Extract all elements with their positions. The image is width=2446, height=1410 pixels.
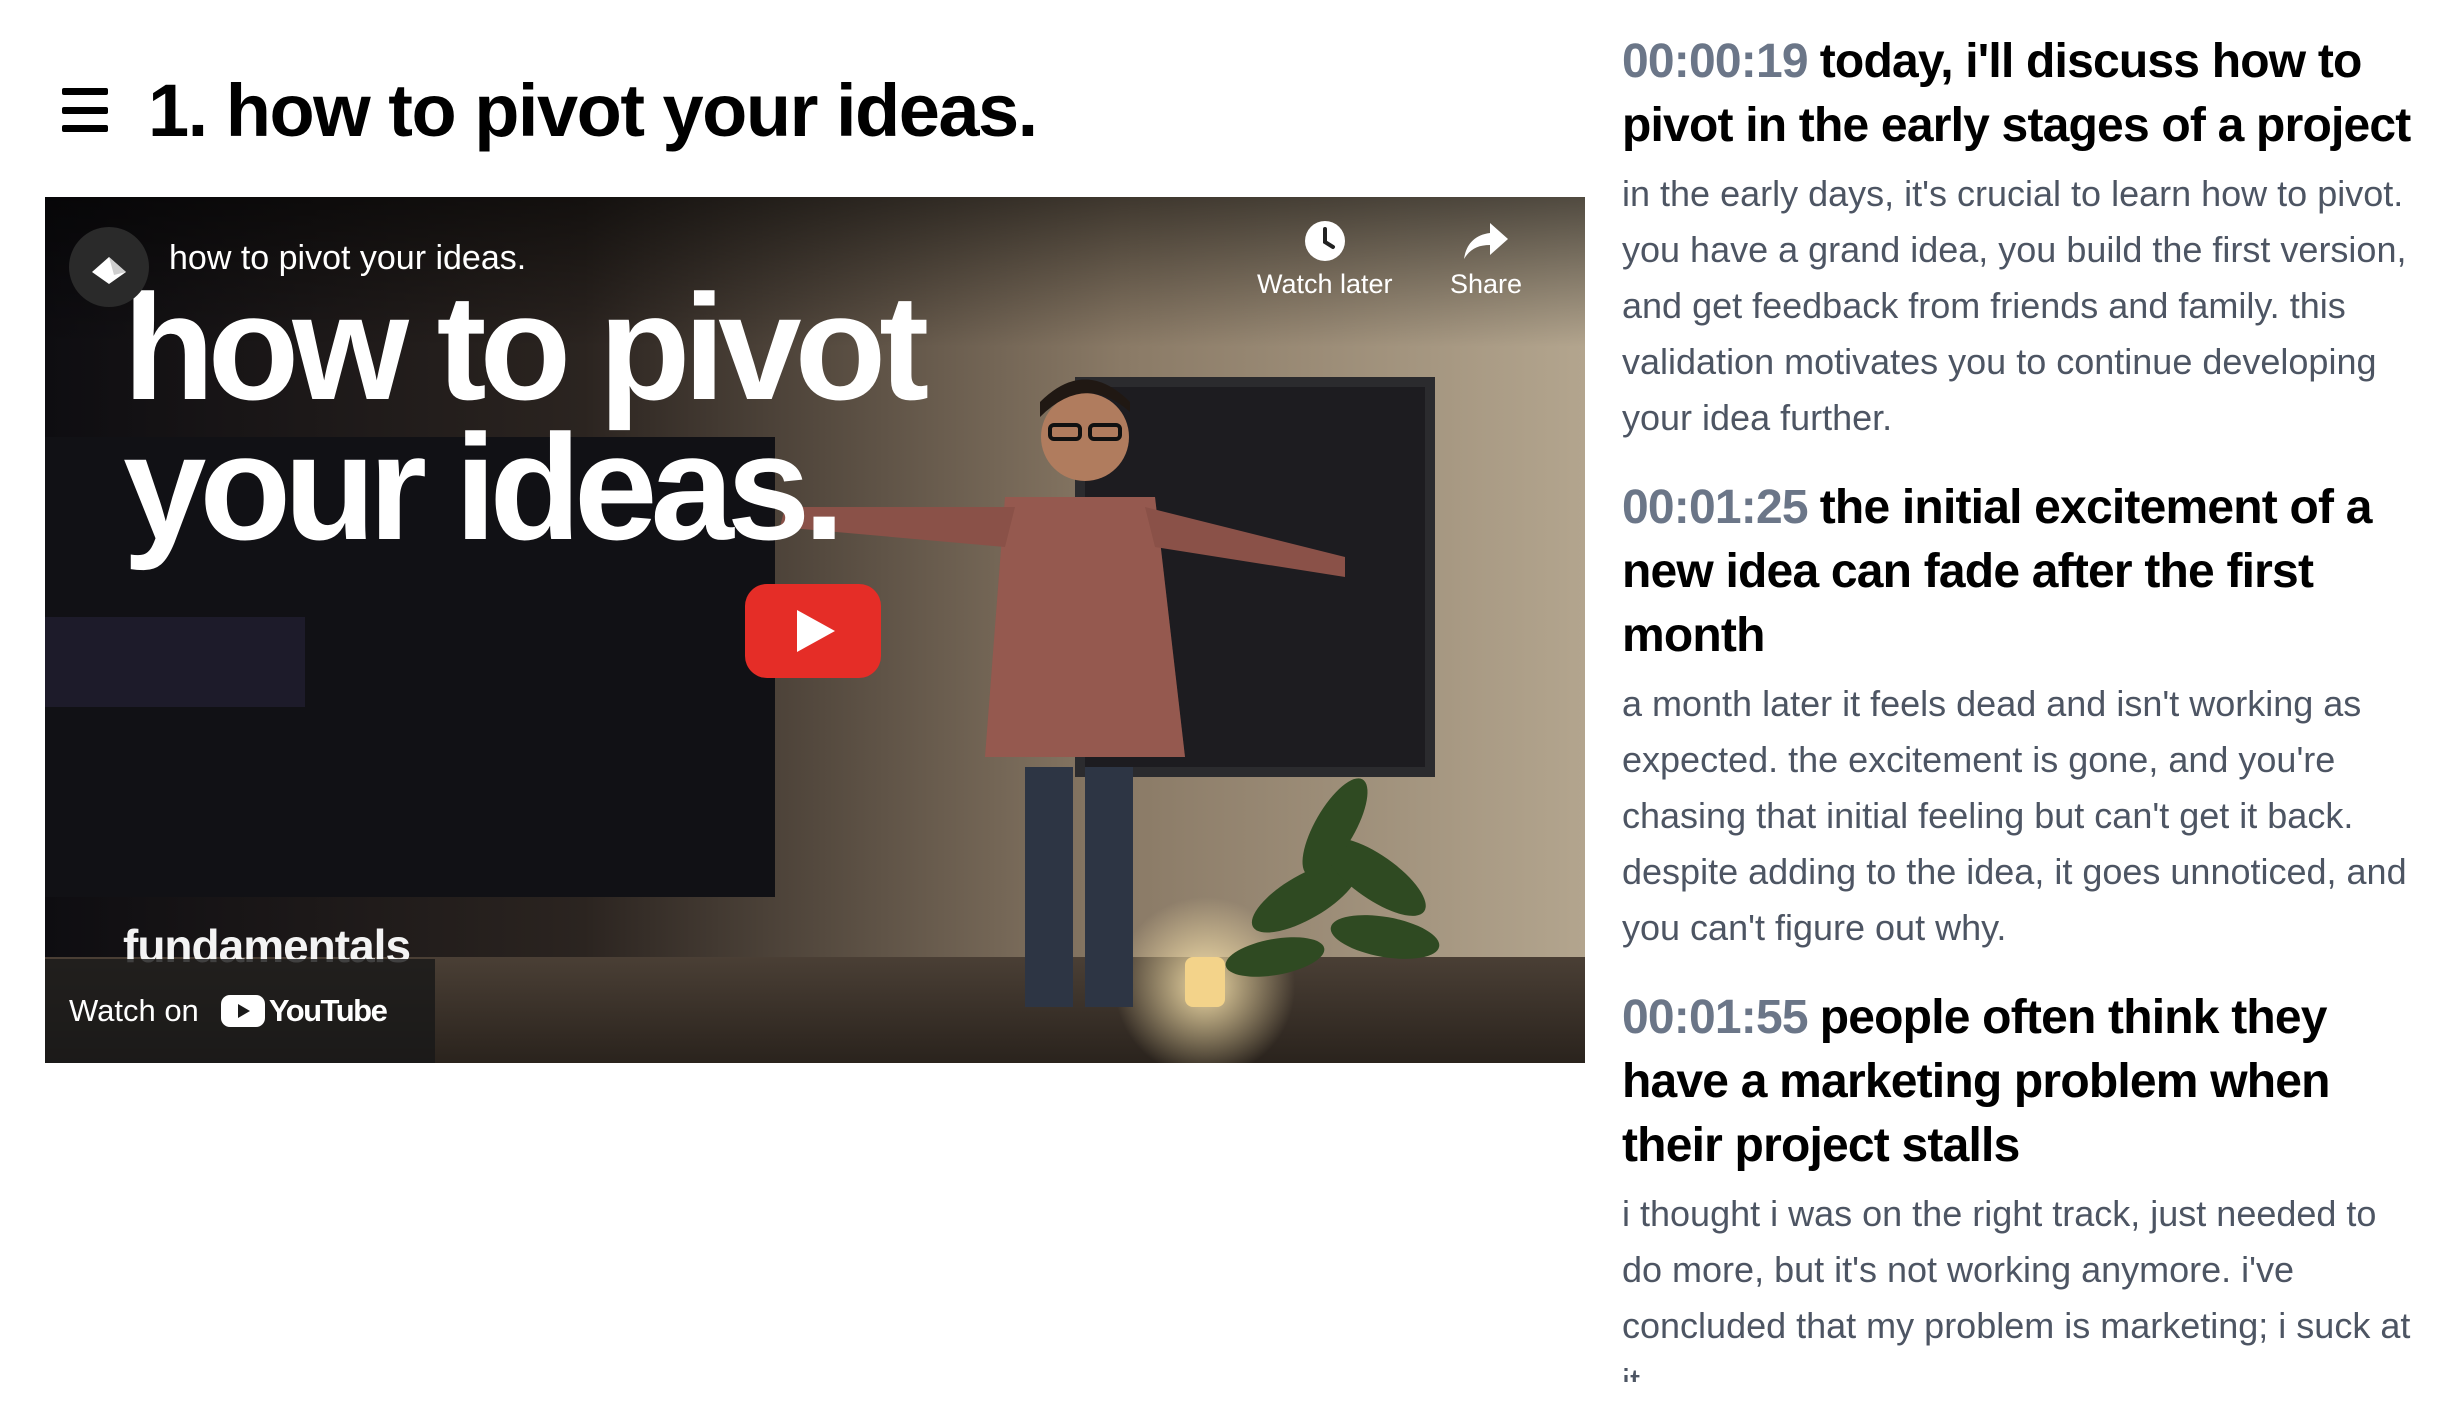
youtube-play-icon <box>220 995 265 1027</box>
channel-logo-icon <box>92 257 126 284</box>
menu-bar-middle <box>62 106 108 114</box>
thumbnail-heading-line1: how to pivot <box>123 263 929 431</box>
transcript-heading: 00:01:55 people often think they have a m… <box>1622 986 2426 1178</box>
youtube-logo: YouTube <box>220 993 388 1029</box>
transcript-section: 00:01:55 people often think they have a m… <box>1622 986 2426 1382</box>
timestamp-link[interactable]: 00:01:25 <box>1622 481 1809 534</box>
timestamp-link[interactable]: 00:00:19 <box>1622 35 1809 88</box>
page-title: 1. how to pivot your ideas. <box>148 68 1038 152</box>
menu-bar-bottom <box>62 125 108 132</box>
main-content: 1. how to pivot your ideas. how to pivot… <box>0 0 1600 1410</box>
thumbnail-heading: how to pivot your ideas. <box>123 263 1023 571</box>
youtube-wordmark: YouTube <box>268 993 388 1028</box>
menu-bar-top <box>62 88 108 95</box>
transcript-heading: 00:00:19 today, i'll discuss how to pivot… <box>1622 30 2426 158</box>
share-button[interactable]: Share <box>1450 219 1522 300</box>
transcript-section: 00:01:25 the initial excitement of a new … <box>1622 476 2426 956</box>
channel-avatar[interactable] <box>69 227 149 307</box>
hamburger-menu-icon[interactable] <box>62 88 108 132</box>
watch-on-youtube-button[interactable]: Watch on YouTube <box>45 959 435 1063</box>
play-button-icon[interactable] <box>745 584 881 678</box>
watch-later-button[interactable]: Watch later <box>1257 219 1393 300</box>
transcript-heading: 00:01:25 the initial excitement of a new … <box>1622 476 2426 668</box>
clock-icon <box>1304 221 1345 261</box>
watch-later-label: Watch later <box>1257 269 1393 299</box>
transcript-body: i thought i was on the right track, just… <box>1622 1193 2411 1382</box>
timestamp-link[interactable]: 00:01:55 <box>1622 991 1809 1044</box>
page: 1. how to pivot your ideas. how to pivot… <box>0 0 2446 1410</box>
share-label: Share <box>1450 269 1523 299</box>
transcript-body: in the early days, it's crucial to learn… <box>1622 173 2407 438</box>
transcript-body: a month later it feels dead and isn't wo… <box>1622 683 2407 948</box>
page-header: 1. how to pivot your ideas. <box>62 60 1038 160</box>
youtube-video-embed[interactable]: how to pivot your ideas. how to pivot yo… <box>45 197 1585 1063</box>
watch-on-label: Watch on <box>69 993 199 1028</box>
thumbnail-heading-line2: your ideas. <box>123 403 845 571</box>
share-arrow-icon <box>1464 223 1509 259</box>
video-title-link[interactable]: how to pivot your ideas. <box>169 239 526 278</box>
transcript-section: 00:00:19 today, i'll discuss how to pivot… <box>1622 30 2426 446</box>
transcript-panel: 00:00:19 today, i'll discuss how to pivot… <box>1622 30 2426 1382</box>
